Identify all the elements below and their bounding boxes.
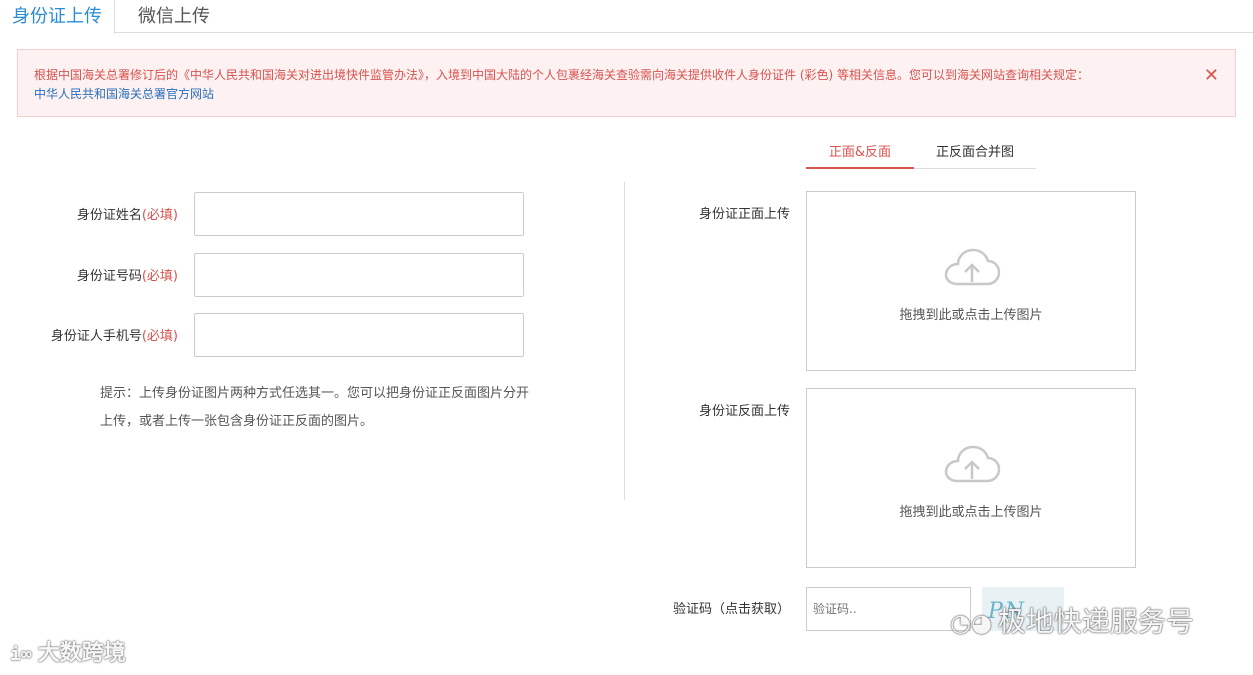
id-number-input[interactable]	[194, 253, 524, 297]
watermark-right: ◔◕ 极地快递服务号	[950, 605, 1194, 638]
brand-logo-icon: i∞	[10, 644, 32, 665]
upload-prompt: 拖拽到此或点击上传图片	[899, 505, 1043, 520]
upload-prompt: 拖拽到此或点击上传图片	[899, 308, 1043, 323]
tab-wechat-upload[interactable]: 微信上传	[126, 0, 222, 33]
close-icon[interactable]: ✕	[1204, 66, 1219, 86]
watermark-left: i∞ 大数跨境	[10, 641, 126, 666]
phone-input[interactable]	[194, 313, 524, 357]
upload-hint: 提示：上传身份证图片两种方式任选其一。您可以把身份证正反面图片分开 上传，或者上…	[100, 386, 530, 429]
required-mark: (必填)	[141, 208, 178, 223]
front-upload-label: 身份证正面上传	[698, 207, 790, 222]
tab-id-card-upload[interactable]: 身份证上传	[0, 0, 115, 34]
back-upload-label: 身份证反面上传	[698, 404, 790, 419]
notice-text: 根据中国海关总署修订后的《中华人民共和国海关对进出境快件监管办法》，入境到中国大…	[34, 68, 1090, 82]
upload-mode-tabs: 正面&反面 正反面合并图	[806, 140, 1036, 169]
customs-website-link[interactable]: 中华人民共和国海关总署官方网站	[34, 85, 214, 104]
cloud-upload-icon	[944, 445, 1001, 483]
tab-front-and-back[interactable]: 正面&反面	[806, 140, 914, 169]
id-number-label: 身份证号码(必填)	[76, 269, 178, 284]
captcha-label: 验证码（点击获取）	[672, 602, 790, 617]
required-mark: (必填)	[141, 329, 178, 344]
customs-notice: 根据中国海关总署修订后的《中华人民共和国海关对进出境快件监管办法》，入境到中国大…	[17, 49, 1236, 117]
phone-label: 身份证人手机号(必填)	[50, 329, 178, 344]
top-tabs: 身份证上传 微信上传	[0, 0, 1253, 34]
name-label: 身份证姓名(必填)	[76, 208, 178, 223]
wechat-icon: ◔◕	[950, 609, 992, 637]
captcha-input[interactable]	[806, 587, 971, 631]
back-upload-dropzone[interactable]: 拖拽到此或点击上传图片	[806, 388, 1136, 568]
tab-combined-image[interactable]: 正反面合并图	[914, 140, 1036, 169]
vertical-divider	[624, 182, 625, 500]
required-mark: (必填)	[141, 269, 178, 284]
name-input[interactable]	[194, 192, 524, 236]
cloud-upload-icon	[944, 248, 1001, 286]
front-upload-dropzone[interactable]: 拖拽到此或点击上传图片	[806, 191, 1136, 371]
